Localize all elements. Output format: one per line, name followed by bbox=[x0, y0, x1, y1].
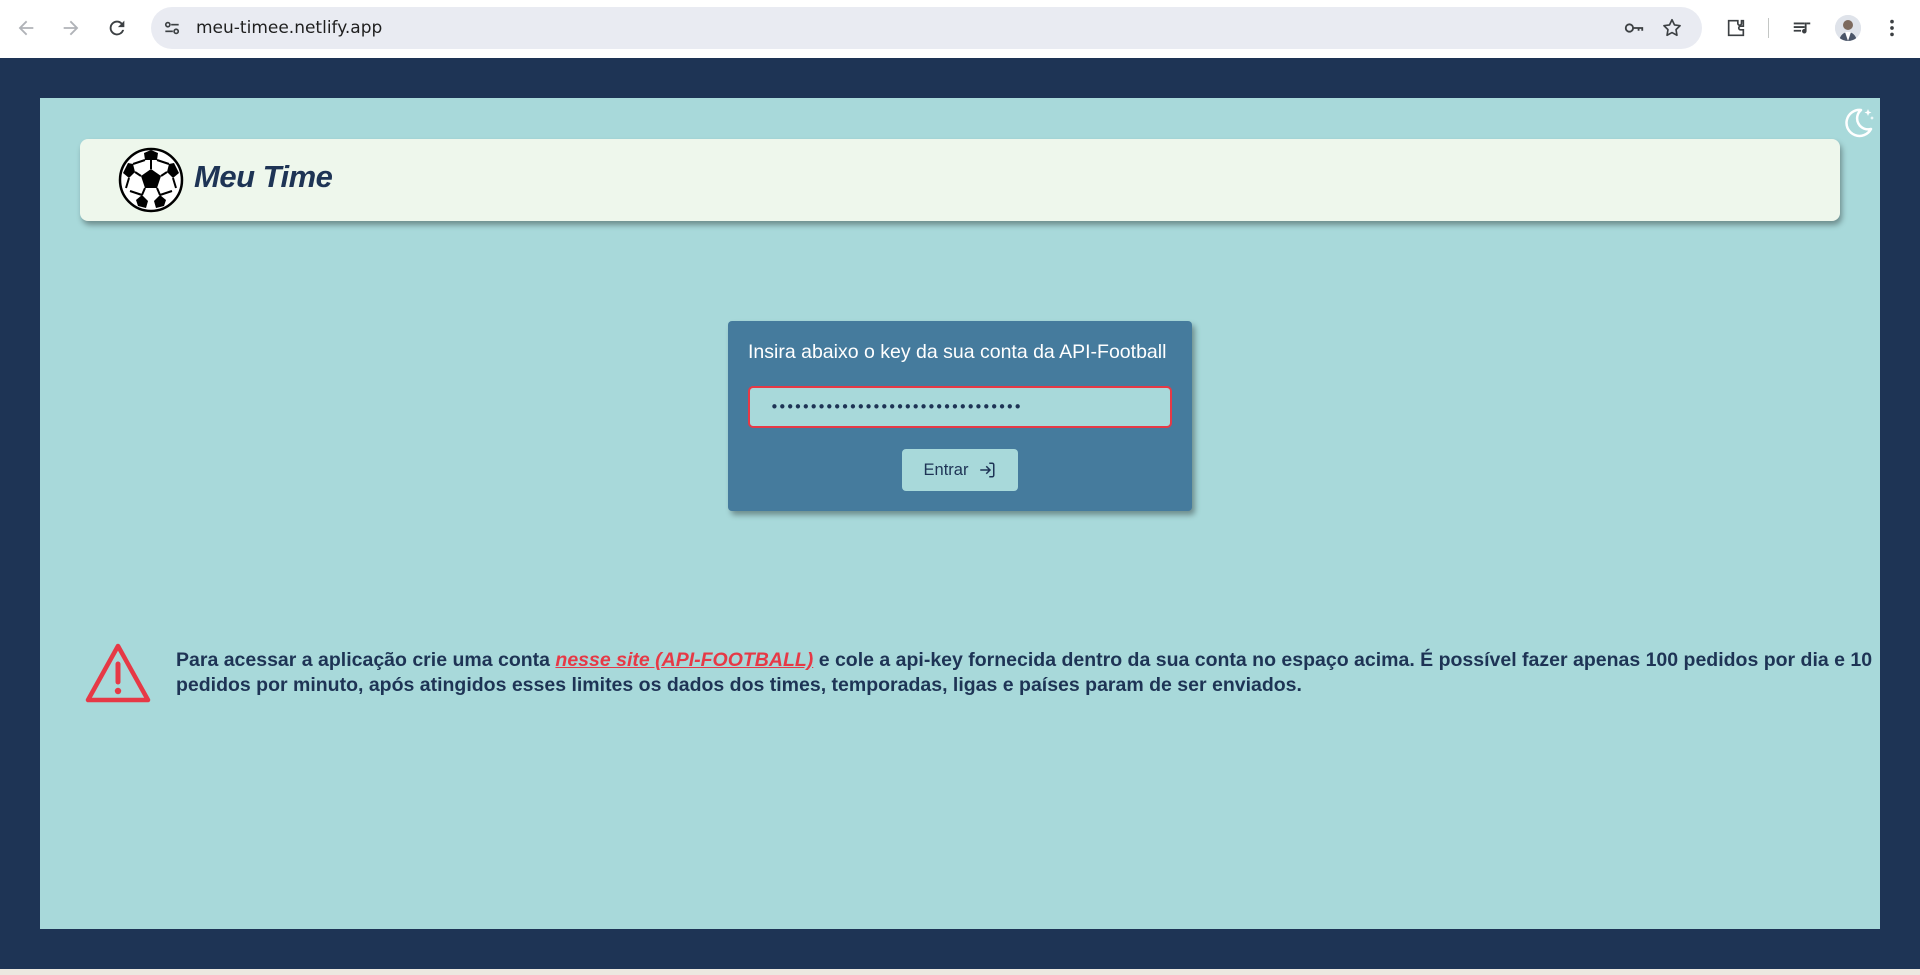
arrow-right-icon bbox=[63, 20, 79, 36]
bookmark-star-icon[interactable] bbox=[1660, 16, 1684, 40]
arrow-left-icon bbox=[18, 20, 34, 36]
profile-avatar[interactable] bbox=[1835, 15, 1861, 41]
media-controls-icon[interactable] bbox=[1788, 14, 1816, 42]
api-notice: Para acessar a aplicação crie uma conta … bbox=[84, 640, 1872, 710]
back-button[interactable] bbox=[10, 12, 42, 44]
app-container bbox=[40, 98, 1880, 929]
address-bar[interactable]: meu-timee.netlify.app bbox=[151, 7, 1702, 49]
theme-toggle-button[interactable] bbox=[1840, 104, 1876, 140]
menu-kebab-icon[interactable] bbox=[1878, 14, 1906, 42]
soccer-ball-icon bbox=[118, 147, 184, 213]
url-text: meu-timee.netlify.app bbox=[196, 18, 383, 38]
browser-toolbar: meu-timee.netlify.app bbox=[0, 0, 1920, 58]
extensions-icon[interactable] bbox=[1722, 14, 1750, 42]
api-football-link[interactable]: nesse site (API-FOOTBALL) bbox=[555, 649, 813, 671]
moon-stars-icon bbox=[1845, 108, 1874, 138]
app-header: Meu Time bbox=[80, 139, 1840, 221]
toolbar-divider bbox=[1768, 18, 1769, 38]
api-key-input[interactable] bbox=[748, 386, 1172, 428]
app-title: Meu Time bbox=[194, 159, 333, 194]
enter-button[interactable]: Entrar bbox=[902, 449, 1018, 491]
warning-triangle-icon bbox=[85, 643, 151, 703]
bottom-strip bbox=[0, 969, 1920, 975]
site-settings-icon[interactable] bbox=[159, 15, 185, 41]
log-in-icon bbox=[980, 462, 995, 478]
key-icon[interactable] bbox=[1622, 16, 1646, 40]
enter-button-label: Entrar bbox=[923, 460, 969, 479]
forward-button[interactable] bbox=[55, 12, 87, 44]
notice-text: Para acessar a aplicação crie uma conta … bbox=[176, 648, 1906, 698]
notice-text-before: Para acessar a aplicação crie uma conta bbox=[176, 649, 556, 671]
reload-icon bbox=[109, 20, 125, 36]
api-key-prompt: Insira abaixo o key da sua conta da API-… bbox=[748, 341, 1167, 363]
reload-button[interactable] bbox=[101, 12, 133, 44]
login-card: Insira abaixo o key da sua conta da API-… bbox=[728, 321, 1192, 511]
